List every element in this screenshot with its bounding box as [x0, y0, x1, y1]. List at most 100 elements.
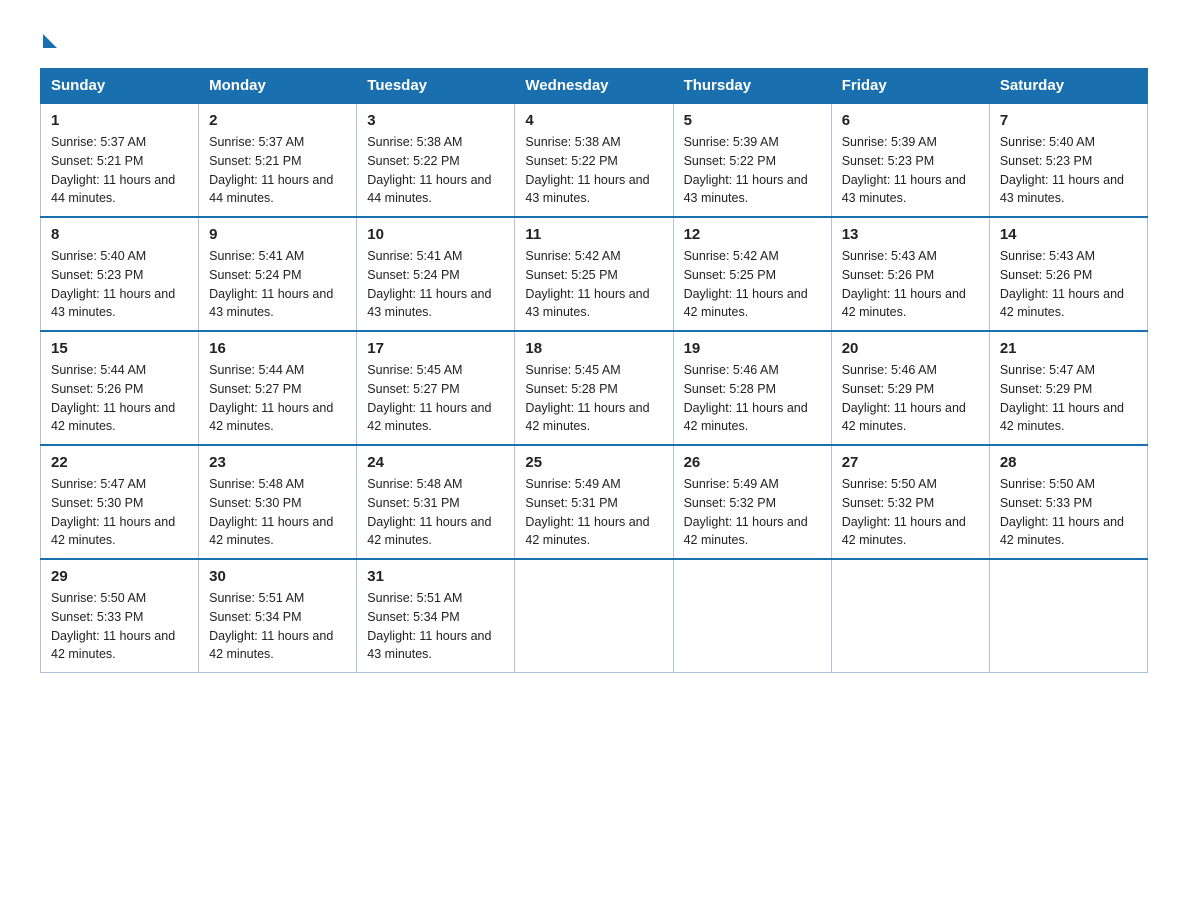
calendar-cell: 19 Sunrise: 5:46 AMSunset: 5:28 PMDaylig…: [673, 331, 831, 445]
calendar-cell: 22 Sunrise: 5:47 AMSunset: 5:30 PMDaylig…: [41, 445, 199, 559]
logo: [40, 30, 57, 48]
header-wednesday: Wednesday: [515, 69, 673, 104]
day-detail: Sunrise: 5:42 AMSunset: 5:25 PMDaylight:…: [525, 249, 649, 319]
calendar-cell: 4 Sunrise: 5:38 AMSunset: 5:22 PMDayligh…: [515, 103, 673, 217]
calendar-cell: 12 Sunrise: 5:42 AMSunset: 5:25 PMDaylig…: [673, 217, 831, 331]
day-number: 19: [684, 340, 821, 357]
day-detail: Sunrise: 5:51 AMSunset: 5:34 PMDaylight:…: [209, 591, 333, 661]
calendar-cell: 6 Sunrise: 5:39 AMSunset: 5:23 PMDayligh…: [831, 103, 989, 217]
day-detail: Sunrise: 5:41 AMSunset: 5:24 PMDaylight:…: [367, 249, 491, 319]
calendar-cell: 31 Sunrise: 5:51 AMSunset: 5:34 PMDaylig…: [357, 559, 515, 673]
day-number: 5: [684, 112, 821, 129]
header-saturday: Saturday: [989, 69, 1147, 104]
day-detail: Sunrise: 5:44 AMSunset: 5:27 PMDaylight:…: [209, 363, 333, 433]
calendar-cell: 30 Sunrise: 5:51 AMSunset: 5:34 PMDaylig…: [199, 559, 357, 673]
calendar-week-row: 8 Sunrise: 5:40 AMSunset: 5:23 PMDayligh…: [41, 217, 1148, 331]
calendar-cell: 16 Sunrise: 5:44 AMSunset: 5:27 PMDaylig…: [199, 331, 357, 445]
day-number: 9: [209, 226, 346, 243]
day-detail: Sunrise: 5:42 AMSunset: 5:25 PMDaylight:…: [684, 249, 808, 319]
calendar-week-row: 1 Sunrise: 5:37 AMSunset: 5:21 PMDayligh…: [41, 103, 1148, 217]
calendar-cell: [831, 559, 989, 673]
day-detail: Sunrise: 5:41 AMSunset: 5:24 PMDaylight:…: [209, 249, 333, 319]
day-detail: Sunrise: 5:39 AMSunset: 5:22 PMDaylight:…: [684, 135, 808, 205]
calendar-cell: 21 Sunrise: 5:47 AMSunset: 5:29 PMDaylig…: [989, 331, 1147, 445]
day-number: 6: [842, 112, 979, 129]
calendar-header-row: SundayMondayTuesdayWednesdayThursdayFrid…: [41, 69, 1148, 104]
calendar-cell: 24 Sunrise: 5:48 AMSunset: 5:31 PMDaylig…: [357, 445, 515, 559]
day-detail: Sunrise: 5:49 AMSunset: 5:32 PMDaylight:…: [684, 477, 808, 547]
day-detail: Sunrise: 5:50 AMSunset: 5:33 PMDaylight:…: [1000, 477, 1124, 547]
day-number: 10: [367, 226, 504, 243]
day-number: 25: [525, 454, 662, 471]
day-number: 30: [209, 568, 346, 585]
calendar-cell: 13 Sunrise: 5:43 AMSunset: 5:26 PMDaylig…: [831, 217, 989, 331]
day-number: 23: [209, 454, 346, 471]
day-number: 7: [1000, 112, 1137, 129]
calendar-cell: 25 Sunrise: 5:49 AMSunset: 5:31 PMDaylig…: [515, 445, 673, 559]
day-detail: Sunrise: 5:38 AMSunset: 5:22 PMDaylight:…: [367, 135, 491, 205]
day-number: 18: [525, 340, 662, 357]
day-detail: Sunrise: 5:44 AMSunset: 5:26 PMDaylight:…: [51, 363, 175, 433]
day-number: 20: [842, 340, 979, 357]
calendar-cell: 11 Sunrise: 5:42 AMSunset: 5:25 PMDaylig…: [515, 217, 673, 331]
page-header: [40, 30, 1148, 48]
day-detail: Sunrise: 5:50 AMSunset: 5:33 PMDaylight:…: [51, 591, 175, 661]
day-number: 21: [1000, 340, 1137, 357]
day-number: 3: [367, 112, 504, 129]
calendar-cell: 15 Sunrise: 5:44 AMSunset: 5:26 PMDaylig…: [41, 331, 199, 445]
day-detail: Sunrise: 5:46 AMSunset: 5:29 PMDaylight:…: [842, 363, 966, 433]
day-number: 13: [842, 226, 979, 243]
calendar-cell: 26 Sunrise: 5:49 AMSunset: 5:32 PMDaylig…: [673, 445, 831, 559]
day-detail: Sunrise: 5:40 AMSunset: 5:23 PMDaylight:…: [51, 249, 175, 319]
day-number: 1: [51, 112, 188, 129]
day-detail: Sunrise: 5:51 AMSunset: 5:34 PMDaylight:…: [367, 591, 491, 661]
calendar-cell: 8 Sunrise: 5:40 AMSunset: 5:23 PMDayligh…: [41, 217, 199, 331]
calendar-week-row: 15 Sunrise: 5:44 AMSunset: 5:26 PMDaylig…: [41, 331, 1148, 445]
day-detail: Sunrise: 5:37 AMSunset: 5:21 PMDaylight:…: [209, 135, 333, 205]
day-detail: Sunrise: 5:47 AMSunset: 5:29 PMDaylight:…: [1000, 363, 1124, 433]
day-number: 29: [51, 568, 188, 585]
calendar-cell: 9 Sunrise: 5:41 AMSunset: 5:24 PMDayligh…: [199, 217, 357, 331]
calendar-week-row: 29 Sunrise: 5:50 AMSunset: 5:33 PMDaylig…: [41, 559, 1148, 673]
calendar-cell: 20 Sunrise: 5:46 AMSunset: 5:29 PMDaylig…: [831, 331, 989, 445]
day-number: 31: [367, 568, 504, 585]
day-detail: Sunrise: 5:45 AMSunset: 5:27 PMDaylight:…: [367, 363, 491, 433]
header-monday: Monday: [199, 69, 357, 104]
day-detail: Sunrise: 5:47 AMSunset: 5:30 PMDaylight:…: [51, 477, 175, 547]
day-detail: Sunrise: 5:38 AMSunset: 5:22 PMDaylight:…: [525, 135, 649, 205]
day-detail: Sunrise: 5:45 AMSunset: 5:28 PMDaylight:…: [525, 363, 649, 433]
day-number: 28: [1000, 454, 1137, 471]
day-detail: Sunrise: 5:39 AMSunset: 5:23 PMDaylight:…: [842, 135, 966, 205]
calendar-cell: [673, 559, 831, 673]
calendar-cell: 5 Sunrise: 5:39 AMSunset: 5:22 PMDayligh…: [673, 103, 831, 217]
header-friday: Friday: [831, 69, 989, 104]
day-number: 12: [684, 226, 821, 243]
day-number: 16: [209, 340, 346, 357]
day-number: 27: [842, 454, 979, 471]
day-number: 14: [1000, 226, 1137, 243]
day-number: 26: [684, 454, 821, 471]
calendar-cell: 14 Sunrise: 5:43 AMSunset: 5:26 PMDaylig…: [989, 217, 1147, 331]
header-thursday: Thursday: [673, 69, 831, 104]
calendar-cell: 2 Sunrise: 5:37 AMSunset: 5:21 PMDayligh…: [199, 103, 357, 217]
day-number: 22: [51, 454, 188, 471]
calendar-cell: 28 Sunrise: 5:50 AMSunset: 5:33 PMDaylig…: [989, 445, 1147, 559]
calendar-table: SundayMondayTuesdayWednesdayThursdayFrid…: [40, 68, 1148, 673]
calendar-cell: 29 Sunrise: 5:50 AMSunset: 5:33 PMDaylig…: [41, 559, 199, 673]
day-number: 8: [51, 226, 188, 243]
day-number: 11: [525, 226, 662, 243]
calendar-cell: 27 Sunrise: 5:50 AMSunset: 5:32 PMDaylig…: [831, 445, 989, 559]
day-detail: Sunrise: 5:46 AMSunset: 5:28 PMDaylight:…: [684, 363, 808, 433]
header-tuesday: Tuesday: [357, 69, 515, 104]
calendar-cell: [989, 559, 1147, 673]
day-number: 17: [367, 340, 504, 357]
day-detail: Sunrise: 5:37 AMSunset: 5:21 PMDaylight:…: [51, 135, 175, 205]
day-number: 2: [209, 112, 346, 129]
calendar-cell: 23 Sunrise: 5:48 AMSunset: 5:30 PMDaylig…: [199, 445, 357, 559]
day-detail: Sunrise: 5:48 AMSunset: 5:30 PMDaylight:…: [209, 477, 333, 547]
calendar-cell: 3 Sunrise: 5:38 AMSunset: 5:22 PMDayligh…: [357, 103, 515, 217]
header-sunday: Sunday: [41, 69, 199, 104]
day-detail: Sunrise: 5:40 AMSunset: 5:23 PMDaylight:…: [1000, 135, 1124, 205]
calendar-cell: 18 Sunrise: 5:45 AMSunset: 5:28 PMDaylig…: [515, 331, 673, 445]
day-detail: Sunrise: 5:50 AMSunset: 5:32 PMDaylight:…: [842, 477, 966, 547]
